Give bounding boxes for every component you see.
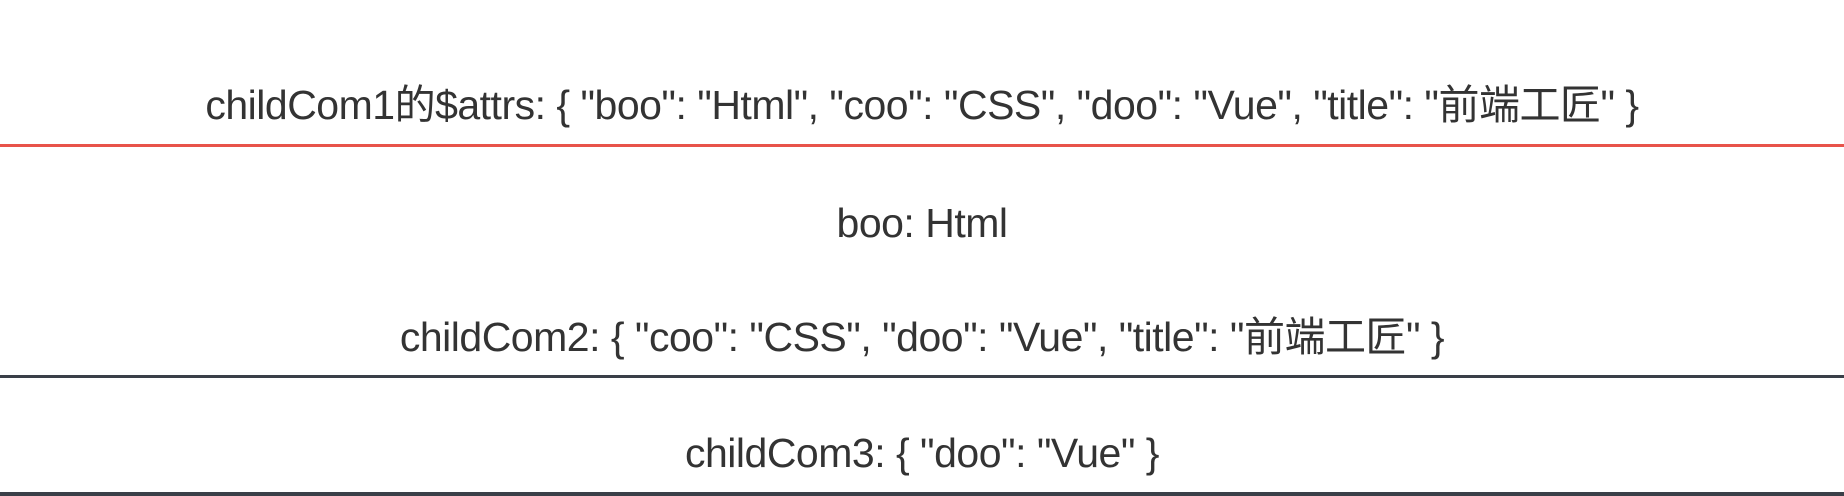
child-com2-attrs-text: childCom2: { "coo": "CSS", "doo": "Vue",… bbox=[399, 314, 1445, 360]
child-com3-attrs-text: childCom3: { "doo": "Vue" } bbox=[685, 430, 1159, 476]
child-com1-attrs-text: childCom1的$attrs: { "boo": "Html", "coo"… bbox=[205, 82, 1639, 128]
dark-divider bbox=[0, 375, 1844, 378]
bottom-divider bbox=[0, 492, 1844, 496]
boo-text: boo: Html bbox=[836, 200, 1008, 246]
red-divider bbox=[0, 144, 1844, 147]
